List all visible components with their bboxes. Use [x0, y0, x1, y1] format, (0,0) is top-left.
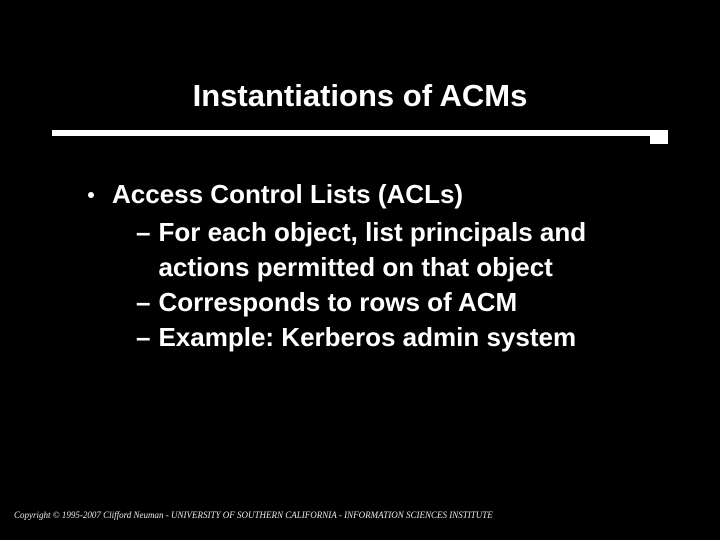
dash-icon: – — [136, 215, 150, 250]
sub-text: Example: Kerberos admin system — [158, 320, 660, 355]
sub-text: For each object, list principals and act… — [158, 215, 660, 285]
slide-title: Instantiations of ACMs — [193, 78, 528, 114]
title-underline-notch — [650, 136, 668, 144]
copyright-footer: Copyright © 1995-2007 Clifford Neuman - … — [14, 510, 493, 520]
sub-list: – For each object, list principals and a… — [136, 215, 660, 355]
sub-item: – Corresponds to rows of ACM — [136, 285, 660, 320]
content-area: Access Control Lists (ACLs) – For each o… — [88, 178, 660, 355]
bullet-text: Access Control Lists (ACLs) — [112, 178, 463, 211]
title-underline — [52, 130, 668, 136]
sub-text: Corresponds to rows of ACM — [158, 285, 660, 320]
title-area: Instantiations of ACMs — [0, 0, 720, 114]
bullet-item: Access Control Lists (ACLs) — [88, 178, 660, 211]
slide: Instantiations of ACMs Access Control Li… — [0, 0, 720, 540]
dash-icon: – — [136, 320, 150, 355]
bullet-dot-icon — [88, 192, 94, 198]
dash-icon: – — [136, 285, 150, 320]
sub-item: – For each object, list principals and a… — [136, 215, 660, 285]
sub-item: – Example: Kerberos admin system — [136, 320, 660, 355]
